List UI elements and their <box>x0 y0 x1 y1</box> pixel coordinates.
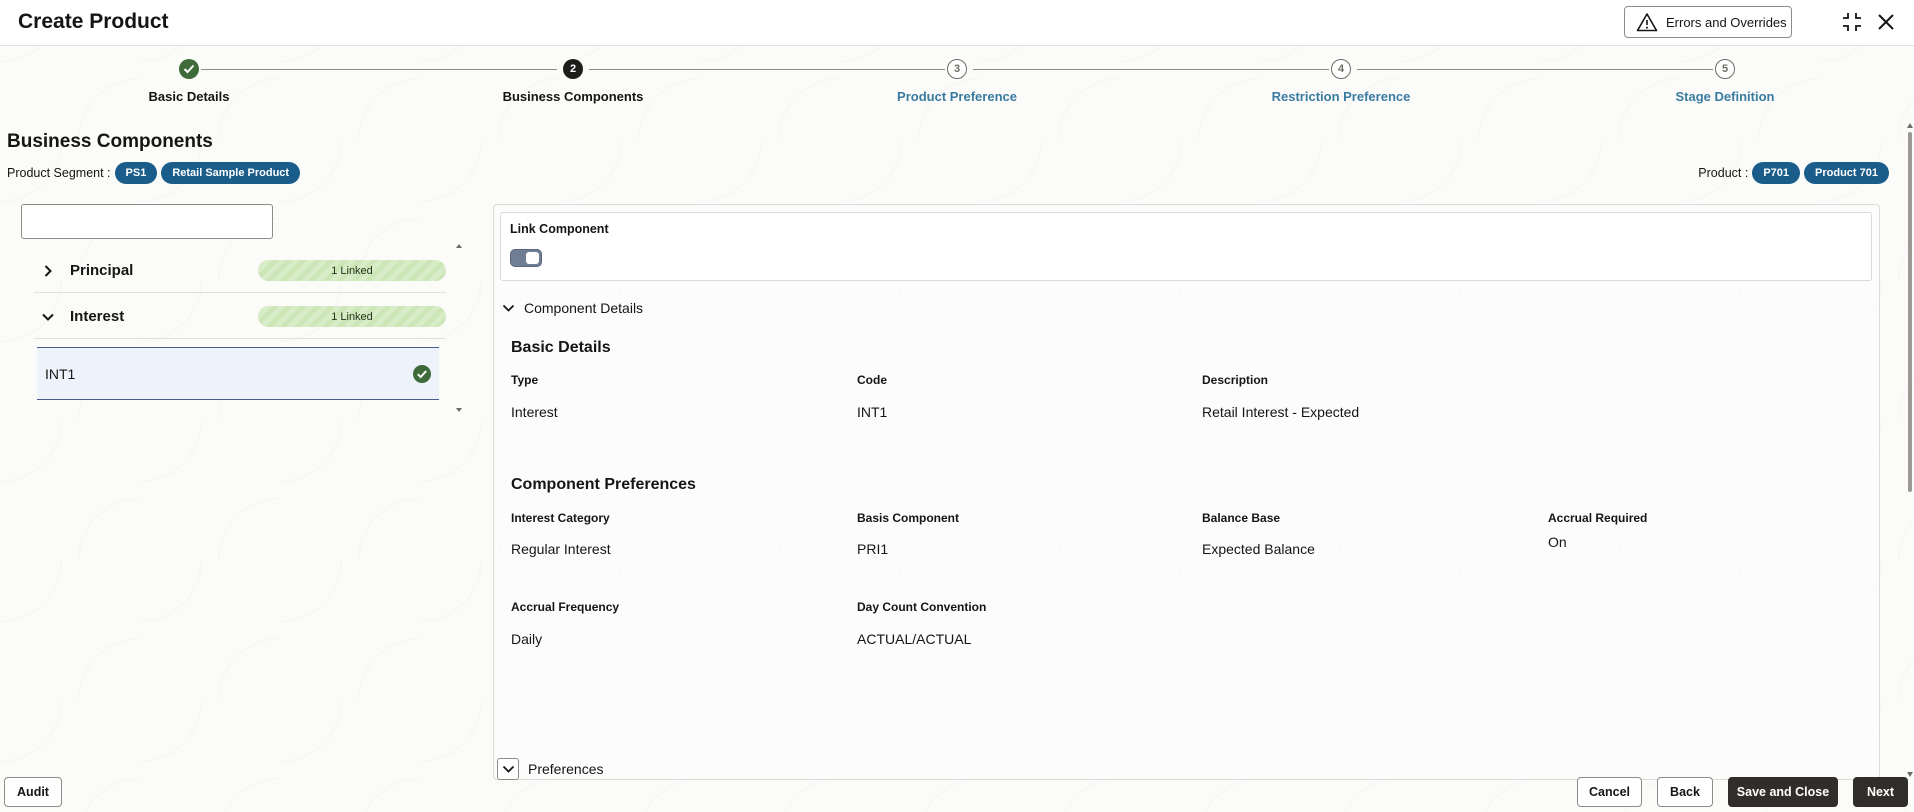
component-detail-panel <box>493 204 1880 780</box>
day-count-value: ACTUAL/ACTUAL <box>857 631 972 647</box>
tree-group-principal[interactable]: Principal 1 Linked <box>34 249 446 293</box>
tree-scrollbar[interactable] <box>454 240 464 416</box>
warning-icon <box>1636 13 1658 32</box>
balance-base-value: Expected Balance <box>1202 541 1315 557</box>
next-button[interactable]: Next <box>1853 777 1908 807</box>
step-number: 5 <box>1715 59 1735 79</box>
toggle-knob <box>526 252 539 264</box>
minimize-icon[interactable] <box>1840 10 1864 34</box>
train-step-stage-definition[interactable]: 5 Stage Definition <box>1615 56 1835 104</box>
product-code-badge: P701 <box>1752 162 1801 184</box>
basis-component-label: Basis Component <box>857 511 960 525</box>
interest-category-value: Regular Interest <box>511 541 611 557</box>
basis-component-value: PRI1 <box>857 541 889 557</box>
product-label: Product : <box>1698 166 1749 180</box>
back-button[interactable]: Back <box>1657 777 1713 807</box>
accrual-required-value: On <box>1548 534 1567 550</box>
preferences-label: Preferences <box>528 761 604 777</box>
train-step-label: Basic Details <box>148 89 230 104</box>
train-step-label: Stage Definition <box>1675 89 1775 104</box>
component-details-header[interactable]: Component Details <box>502 300 643 316</box>
train-step-label: Business Components <box>502 89 644 104</box>
accrual-frequency-label: Accrual Frequency <box>511 600 620 614</box>
basic-details-title: Basic Details <box>511 339 611 356</box>
type-label: Type <box>511 373 539 387</box>
audit-button[interactable]: Audit <box>4 777 62 807</box>
accrual-frequency-value: Daily <box>511 631 543 647</box>
segment-name-badge: Retail Sample Product <box>161 162 301 184</box>
train-step-business-components[interactable]: 2 Business Components <box>463 56 683 104</box>
product-name-badge: Product 701 <box>1804 162 1889 184</box>
cancel-button[interactable]: Cancel <box>1577 777 1642 807</box>
train-step-label: Restriction Preference <box>1271 89 1411 104</box>
linked-count-badge: 1 Linked <box>258 306 446 327</box>
description-label: Description <box>1202 373 1269 387</box>
code-value: INT1 <box>857 404 888 420</box>
train-step-product-preference[interactable]: 3 Product Preference <box>847 56 1067 104</box>
component-search-input[interactable] <box>21 204 273 239</box>
step-number: 3 <box>947 59 967 79</box>
page-scrollbar[interactable] <box>1906 120 1914 780</box>
balance-base-label: Balance Base <box>1202 511 1281 525</box>
type-value: Interest <box>511 404 558 420</box>
interest-category-label: Interest Category <box>511 511 610 525</box>
link-component-toggle[interactable] <box>510 249 542 267</box>
component-preferences-title: Component Preferences <box>511 476 696 493</box>
product-row: Product : P701 Product 701 <box>1698 162 1889 184</box>
tree-item-int1[interactable]: INT1 <box>37 347 439 400</box>
errors-and-overrides-label: Errors and Overrides <box>1666 14 1787 30</box>
code-label: Code <box>857 373 887 387</box>
section-title: Business Components <box>7 131 213 152</box>
tree-group-label: Principal <box>70 262 134 279</box>
day-count-label: Day Count Convention <box>857 600 987 614</box>
chevron-right-icon <box>34 264 62 278</box>
train-step-label: Product Preference <box>897 89 1017 104</box>
tree-item-label: INT1 <box>45 365 76 382</box>
page-title: Create Product <box>18 10 169 33</box>
link-component-label: Link Component <box>510 222 609 236</box>
step-number: 4 <box>1331 59 1351 79</box>
errors-and-overrides-button[interactable]: Errors and Overrides <box>1624 6 1792 38</box>
chevron-down-icon <box>502 304 515 312</box>
product-segment-row: Product Segment : PS1 Retail Sample Prod… <box>7 162 301 184</box>
linked-count-badge: 1 Linked <box>258 260 446 281</box>
step-number: 2 <box>563 59 583 79</box>
check-icon <box>179 59 199 79</box>
chevron-down-icon <box>497 758 519 780</box>
link-component-box: Link Component <box>500 212 1872 281</box>
component-details-label: Component Details <box>524 300 644 316</box>
preferences-header[interactable]: Preferences <box>497 758 603 780</box>
progress-train: Basic Details 2 Business Components 3 Pr… <box>0 56 1914 116</box>
tree-group-interest[interactable]: Interest 1 Linked <box>34 295 446 339</box>
check-circle-icon <box>413 364 431 383</box>
save-and-close-button[interactable]: Save and Close <box>1728 777 1838 807</box>
train-step-restriction-preference[interactable]: 4 Restriction Preference <box>1231 56 1451 104</box>
description-value: Retail Interest - Expected <box>1202 404 1360 420</box>
product-segment-label: Product Segment : <box>7 166 111 180</box>
page-header: Create Product Errors and Overrides <box>0 0 1914 46</box>
accrual-required-label: Accrual Required <box>1548 511 1648 525</box>
train-step-basic-details[interactable]: Basic Details <box>79 56 299 104</box>
chevron-down-icon <box>34 312 62 322</box>
tree-group-label: Interest <box>70 308 125 325</box>
close-icon[interactable] <box>1874 10 1898 34</box>
segment-code-badge: PS1 <box>114 162 158 184</box>
